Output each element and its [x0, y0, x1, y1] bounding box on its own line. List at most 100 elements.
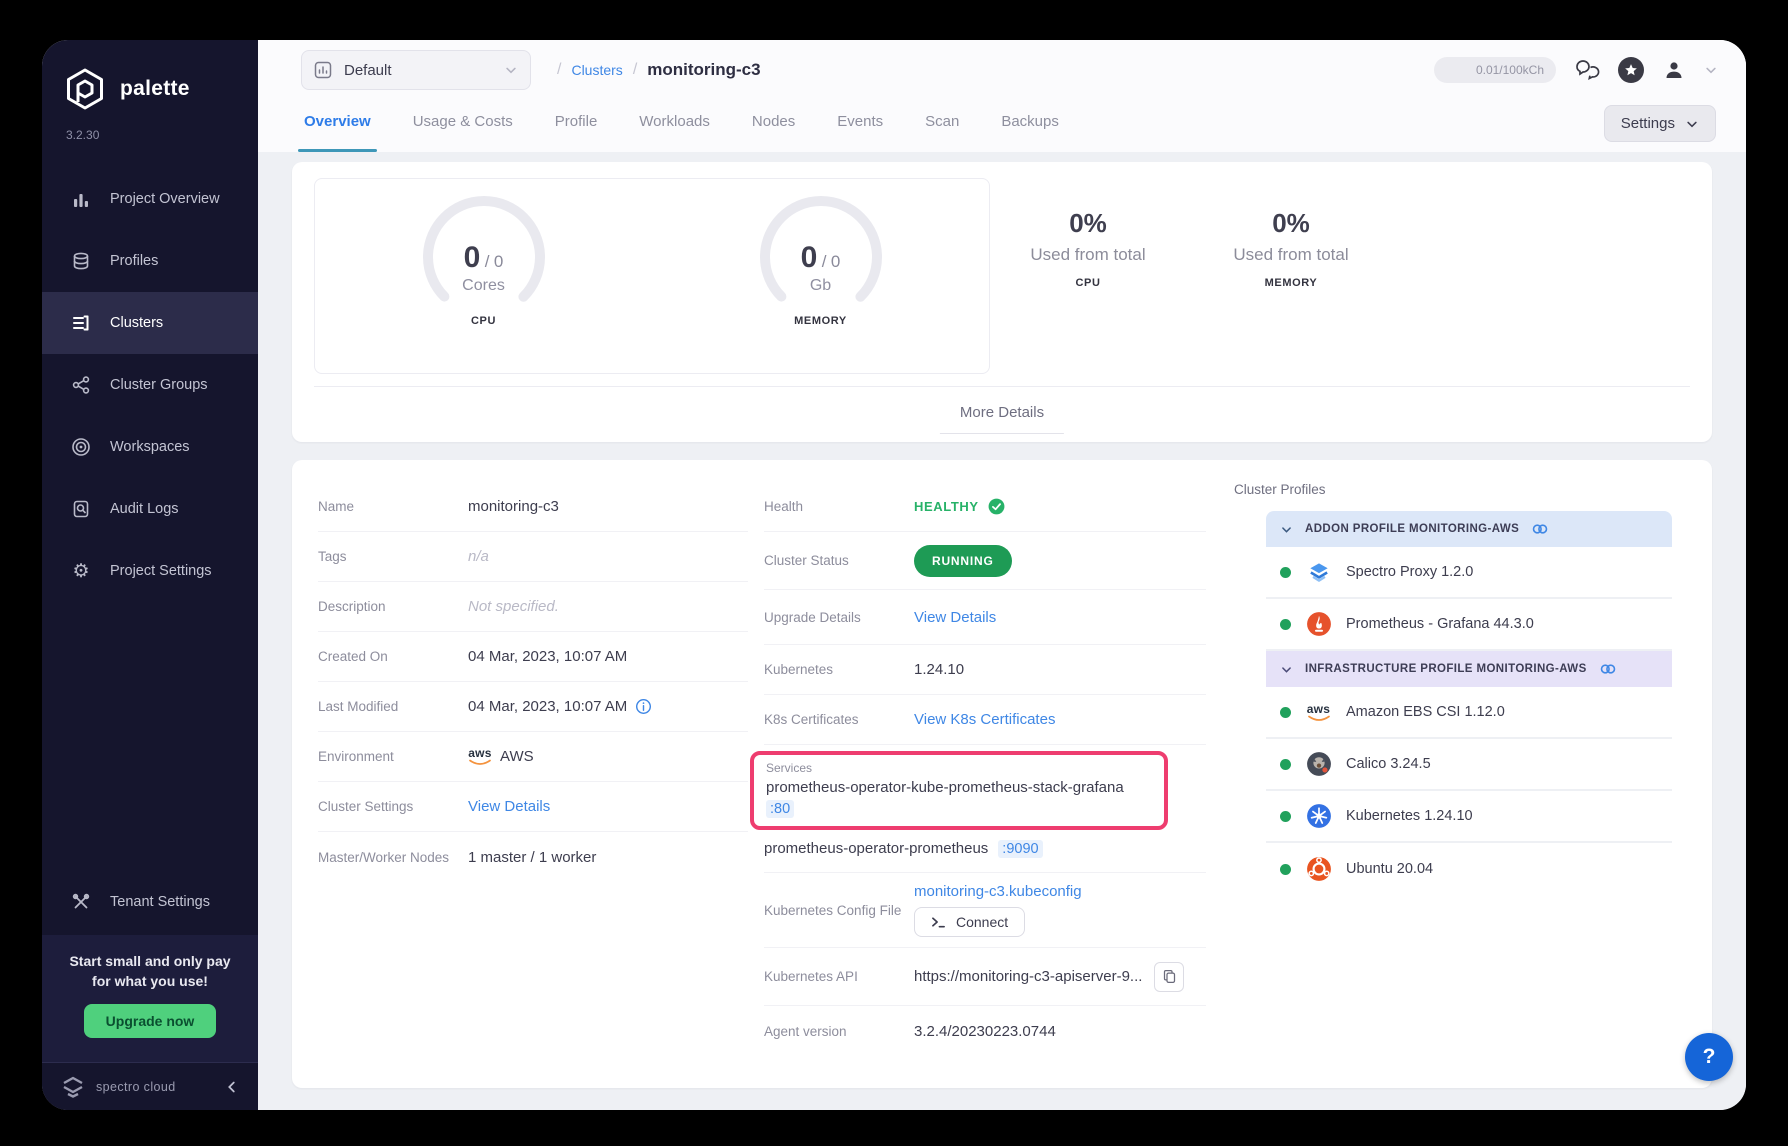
whats-new-star-icon[interactable] [1618, 57, 1644, 83]
cluster-settings-view-details-link[interactable]: View Details [468, 798, 550, 815]
detail-row-description: Description Not specified. [318, 582, 748, 632]
sidebar-item-audit-logs[interactable]: Audit Logs [42, 478, 258, 540]
sidebar: palette 3.2.30 Project Overview Profiles [42, 40, 258, 1110]
status-dot [1280, 811, 1291, 822]
service-port-link[interactable]: :9090 [998, 840, 1042, 858]
detail-row-nodes: Master/Worker Nodes 1 master / 1 worker [318, 832, 748, 882]
infrastructure-profile-header[interactable]: INFRASTRUCTURE PROFILE MONITORING-AWS [1266, 651, 1672, 687]
breadcrumb: / Clusters / monitoring-c3 [557, 60, 761, 80]
sidebar-item-clusters[interactable]: Clusters [42, 292, 258, 354]
profile-layer-name: Prometheus - Grafana 44.3.0 [1346, 616, 1534, 632]
cpu-total-value: 0 [494, 252, 503, 271]
calico-icon [1305, 751, 1332, 778]
breadcrumb-clusters-link[interactable]: Clusters [571, 62, 622, 78]
prometheus-icon [1305, 611, 1332, 638]
cluster-details-card: Name monitoring-c3 Tags n/a Description … [292, 460, 1712, 1088]
memory-used-value: 0 [801, 241, 818, 274]
memory-total-value: 0 [831, 252, 840, 271]
promo-text: Start small and only pay for what you us… [42, 951, 258, 992]
tab-workloads[interactable]: Workloads [639, 100, 710, 152]
detail-row-created-on: Created On 04 Mar, 2023, 10:07 AM [318, 632, 748, 682]
profile-layer-row[interactable]: aws Amazon EBS CSI 1.12.0 [1266, 687, 1672, 739]
app-version: 3.2.30 [42, 112, 258, 142]
kubernetes-version-value: 1.24.10 [914, 661, 964, 678]
last-modified-value: 04 Mar, 2023, 10:07 AM [468, 698, 627, 715]
sidebar-item-tenant-settings[interactable]: Tenant Settings [42, 871, 258, 933]
detail-row-kubernetes-api: Kubernetes API https://monitoring-c3-api… [764, 948, 1206, 1006]
palette-logo-icon [62, 66, 108, 112]
services-label: Services [766, 761, 1152, 775]
link-icon [1531, 522, 1549, 536]
memory-usage-percent: 0% [1191, 208, 1391, 239]
tab-overview[interactable]: Overview [304, 100, 371, 152]
chat-icon[interactable] [1574, 58, 1600, 82]
service-port-link[interactable]: :80 [766, 800, 794, 818]
settings-button[interactable]: Settings [1604, 105, 1716, 142]
tab-backups[interactable]: Backups [1001, 100, 1059, 152]
network-icon [70, 375, 92, 395]
tab-usage-costs[interactable]: Usage & Costs [413, 100, 513, 152]
help-button[interactable]: ? [1685, 1033, 1733, 1081]
sidebar-item-label: Tenant Settings [110, 894, 210, 910]
profile-layer-row[interactable]: Spectro Proxy 1.2.0 [1266, 547, 1672, 599]
upgrade-now-button[interactable]: Upgrade now [84, 1004, 217, 1038]
memory-gauge-caption: MEMORY [794, 315, 847, 327]
tab-scan[interactable]: Scan [925, 100, 959, 152]
nodes-value: 1 master / 1 worker [468, 849, 596, 866]
sidebar-item-project-settings[interactable]: ⚙ Project Settings [42, 540, 258, 602]
user-menu-chevron-icon[interactable] [1704, 63, 1718, 77]
tab-events[interactable]: Events [837, 100, 883, 152]
screen: palette 3.2.30 Project Overview Profiles [0, 0, 1788, 1146]
more-details-button[interactable]: More Details [940, 398, 1064, 434]
aws-icon: aws [1305, 699, 1332, 726]
services-highlight-box: Services prometheus-operator-kube-promet… [750, 751, 1168, 830]
footer-brand: spectro cloud [96, 1080, 176, 1094]
profile-layer-row[interactable]: Ubuntu 20.04 [1266, 843, 1672, 895]
cpu-gauge-caption: CPU [471, 315, 496, 327]
tab-nodes[interactable]: Nodes [752, 100, 795, 152]
service-name: prometheus-operator-kube-prometheus-stac… [766, 777, 1152, 798]
sidebar-item-project-overview[interactable]: Project Overview [42, 168, 258, 230]
profile-layer-name: Spectro Proxy 1.2.0 [1346, 564, 1473, 580]
created-on-value: 04 Mar, 2023, 10:07 AM [468, 648, 627, 665]
profile-layer-name: Kubernetes 1.24.10 [1346, 808, 1473, 824]
sidebar-item-label: Profiles [110, 253, 158, 269]
topbar-actions: 0.01/100kCh [1434, 57, 1718, 83]
aws-icon: aws [468, 747, 492, 766]
profile-layer-row[interactable]: Kubernetes 1.24.10 [1266, 791, 1672, 843]
detail-row-k8s-certificates: K8s Certificates View K8s Certificates [764, 695, 1206, 745]
project-selector[interactable]: Default [301, 50, 531, 90]
profile-layer-row[interactable]: Calico 3.24.5 [1266, 739, 1672, 791]
detail-row-kubeconfig: Kubernetes Config File monitoring-c3.kub… [764, 873, 1206, 948]
addon-profile-header[interactable]: ADDON PROFILE MONITORING-AWS [1266, 511, 1672, 547]
user-icon[interactable] [1662, 58, 1686, 82]
service-name: prometheus-operator-prometheus [764, 840, 988, 857]
connect-button[interactable]: Connect [914, 907, 1025, 937]
detail-row-tags: Tags n/a [318, 532, 748, 582]
upgrade-view-details-link[interactable]: View Details [914, 609, 996, 626]
cpu-usage-stat: 0% Used from total CPU [988, 208, 1188, 289]
sidebar-item-profiles[interactable]: Profiles [42, 230, 258, 292]
sidebar-item-cluster-groups[interactable]: Cluster Groups [42, 354, 258, 416]
detail-row-upgrade-details: Upgrade Details View Details [764, 590, 1206, 645]
tab-profile[interactable]: Profile [555, 100, 598, 152]
copy-icon[interactable] [1154, 962, 1184, 992]
info-icon[interactable] [635, 698, 652, 715]
kubeconfig-link[interactable]: monitoring-c3.kubeconfig [914, 883, 1082, 900]
gear-icon: ⚙ [70, 562, 92, 581]
memory-gauge-unit: Gb [706, 277, 936, 295]
health-status-value: HEALTHY [914, 499, 979, 514]
status-dot [1280, 864, 1291, 875]
sidebar-footer: spectro cloud [42, 1062, 258, 1110]
cluster-name-value: monitoring-c3 [468, 498, 559, 515]
collapse-sidebar-icon[interactable] [224, 1079, 240, 1095]
app-window: palette 3.2.30 Project Overview Profiles [42, 40, 1746, 1110]
spectro-cloud-logo-icon [60, 1075, 86, 1099]
terminal-icon [931, 915, 946, 929]
clusters-list-icon [70, 313, 92, 333]
view-k8s-certificates-link[interactable]: View K8s Certificates [914, 711, 1055, 728]
sidebar-item-workspaces[interactable]: Workspaces [42, 416, 258, 478]
breadcrumb-separator: / [557, 61, 561, 79]
kubernetes-icon [1305, 803, 1332, 830]
profile-layer-row[interactable]: Prometheus - Grafana 44.3.0 [1266, 599, 1672, 651]
